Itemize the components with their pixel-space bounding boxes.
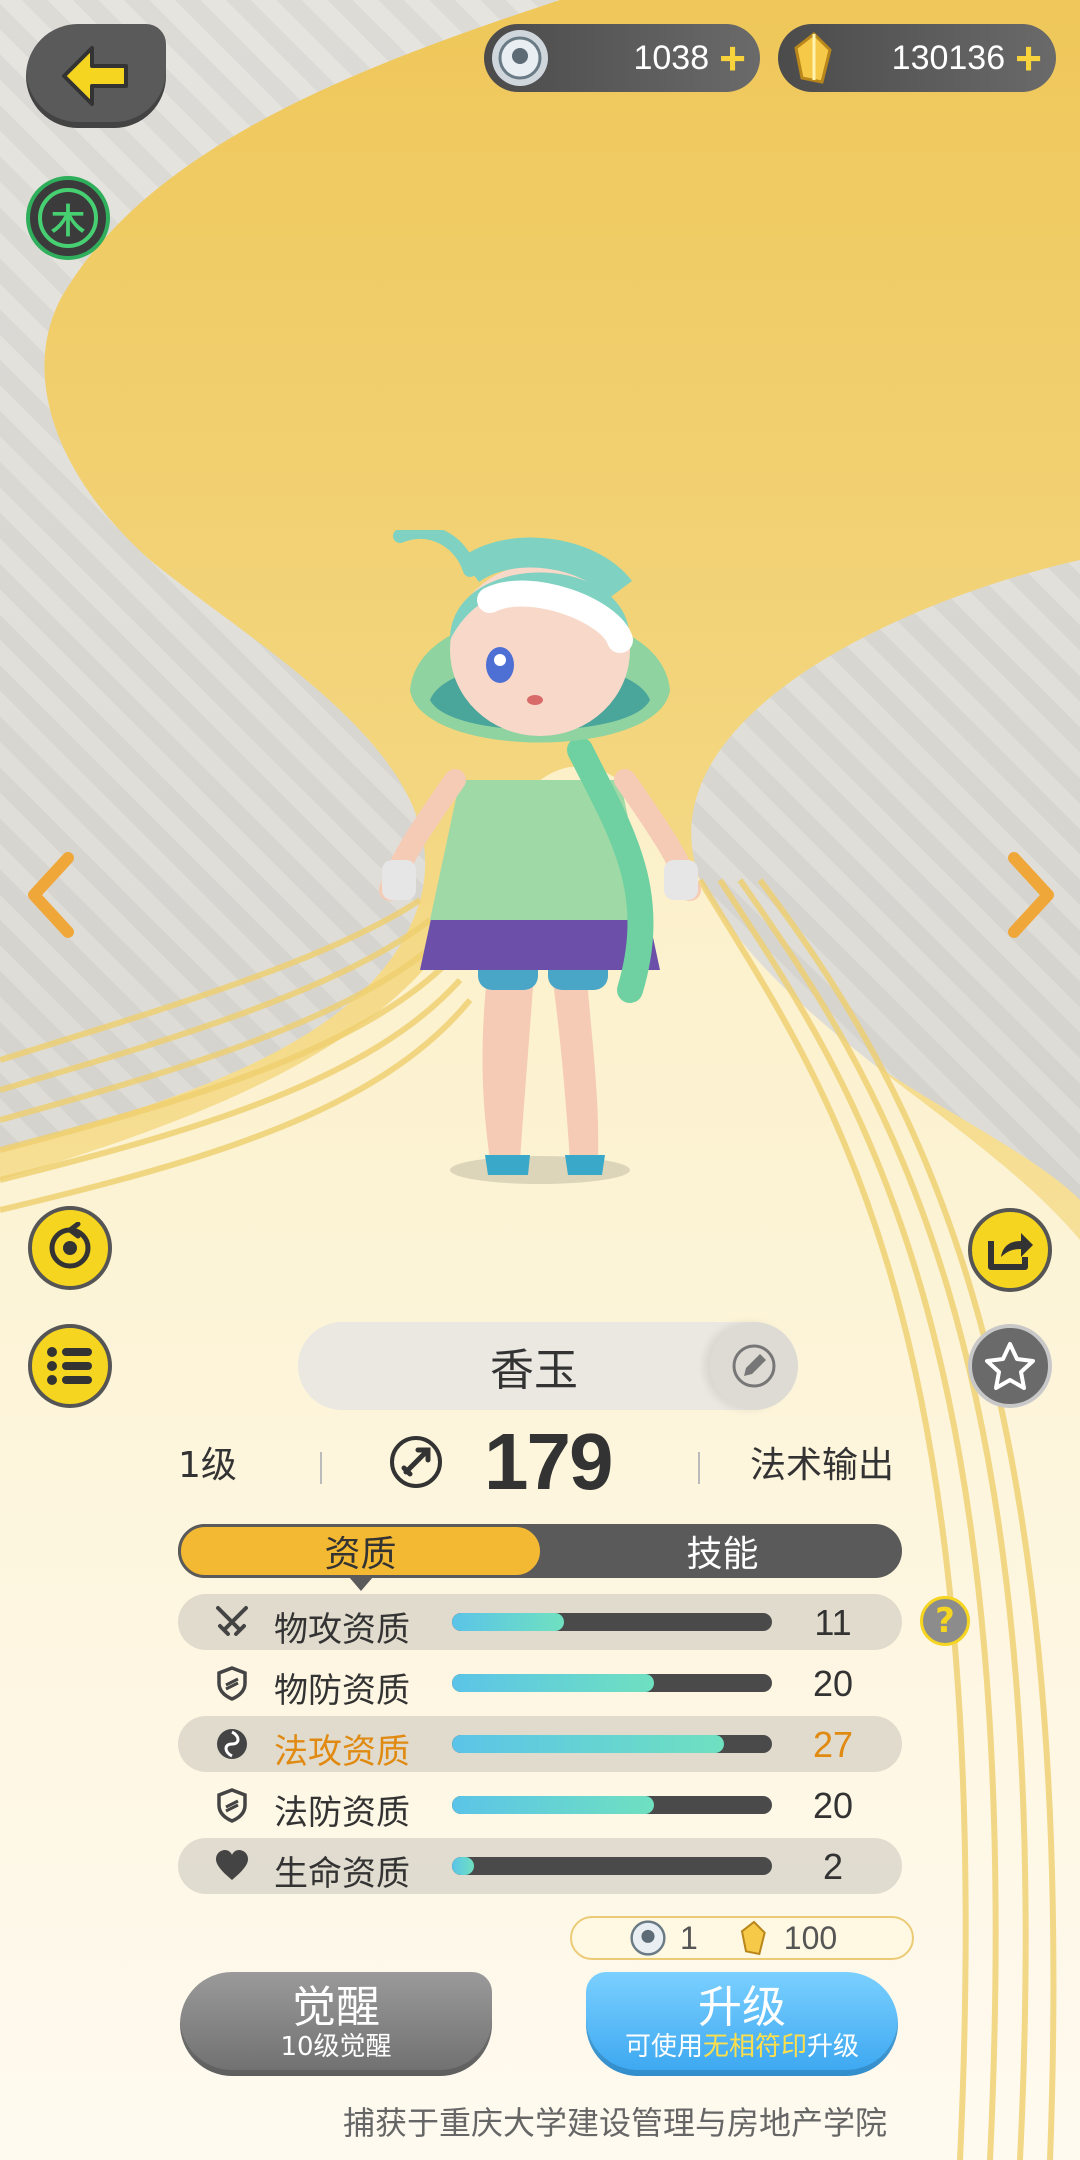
cost-crystal: 100: [738, 1920, 837, 1957]
stat-row-magic-defense: 法防资质 20: [178, 1777, 902, 1833]
stat-row-magic-attack: 法攻资质 27: [178, 1716, 902, 1772]
add-seal-coin-button[interactable]: +: [719, 35, 746, 81]
magic-orb-icon: [217, 1729, 247, 1759]
pencil-icon: [732, 1344, 776, 1388]
divider: [320, 1452, 322, 1484]
share-icon: [988, 1233, 1033, 1270]
upgrade-hint: 可使用无相符印升级: [625, 2032, 859, 2063]
rename-button[interactable]: [710, 1322, 798, 1410]
resource-crystal[interactable]: 130136 +: [778, 24, 1056, 92]
next-character-button[interactable]: [1000, 850, 1060, 940]
seal-coin-icon: [630, 1920, 666, 1956]
stat-bar: [452, 1613, 772, 1631]
stat-bar: [452, 1674, 772, 1692]
stat-bar: [452, 1857, 772, 1875]
cost-seal-coin: 1: [630, 1920, 698, 1957]
heart-icon: [216, 1850, 248, 1880]
add-crystal-button[interactable]: +: [1015, 35, 1042, 81]
seal-coin-icon: [492, 30, 548, 86]
stat-row-physical-attack: 物攻资质 11: [178, 1594, 902, 1650]
awaken-button[interactable]: 觉醒 10级觉醒: [180, 1972, 492, 2076]
stat-value: 11: [814, 1602, 852, 1643]
name-plate: 香玉: [298, 1322, 798, 1410]
tab-skills[interactable]: 技能: [543, 1524, 902, 1578]
stat-value: 20: [812, 1663, 854, 1704]
crystal-icon: [740, 1920, 766, 1956]
cost-seal-coin-value: 1: [680, 1919, 698, 1956]
stat-bar-fill: [452, 1613, 564, 1631]
tab-bar: 资质 技能: [178, 1524, 902, 1591]
capture-location-note: 捕获于重庆大学建设管理与房地产学院: [342, 2104, 887, 2142]
character-name: 香玉: [490, 1345, 578, 1396]
upgrade-hint-prefix: 可使用: [624, 2031, 703, 2062]
stat-row-physical-defense: 物防资质 20: [178, 1655, 902, 1711]
cost-crystal-value: 100: [783, 1919, 838, 1956]
swap-button[interactable]: [28, 1206, 112, 1290]
list-icon: [47, 1347, 92, 1385]
upgrade-label: 升级: [698, 1982, 786, 2034]
share-button[interactable]: [968, 1208, 1052, 1292]
upgrade-hint-item: 无相符印: [702, 2031, 807, 2062]
combat-power-value: 179: [484, 1417, 613, 1506]
character-model[interactable]: [360, 530, 720, 1190]
star-icon: [985, 1342, 1035, 1390]
stat-bar: [452, 1735, 772, 1753]
combat-power-icon: [390, 1436, 442, 1488]
shield-icon: [217, 1666, 247, 1701]
awaken-requirement: 10级觉醒: [280, 2031, 392, 2062]
tab-aptitude[interactable]: 资质: [178, 1524, 543, 1591]
stat-bar-fill: [452, 1857, 475, 1875]
stat-value: 20: [812, 1785, 854, 1826]
stat-value: 2: [822, 1846, 844, 1887]
divider: [698, 1452, 700, 1484]
wood-element-icon: 木: [38, 188, 98, 248]
favorite-button[interactable]: [968, 1324, 1052, 1408]
stat-label: 物攻资质: [274, 1610, 410, 1650]
awaken-label: 觉醒: [292, 1982, 380, 2034]
upgrade-cost: 1 100: [570, 1916, 914, 1960]
stat-bar-fill: [452, 1674, 654, 1692]
question-mark-icon: ?: [935, 1601, 955, 1641]
stat-label: 法攻资质: [274, 1732, 410, 1772]
stat-label: 法防资质: [274, 1793, 410, 1833]
stat-bar-fill: [452, 1735, 724, 1753]
aptitude-stats: 物攻资质 11 物防资质 20 法攻资质 27 法防资质 20 生命资质 2: [178, 1594, 902, 1899]
character-level: 1级: [178, 1445, 237, 1486]
previous-character-button[interactable]: [22, 850, 82, 940]
back-button[interactable]: [26, 24, 166, 128]
chevron-right-icon: [1008, 852, 1054, 938]
help-button[interactable]: ?: [920, 1596, 970, 1646]
crystal-icon: [786, 30, 842, 86]
stat-bar: [452, 1796, 772, 1814]
swords-icon: [216, 1606, 248, 1636]
stat-bar-fill: [452, 1796, 654, 1814]
shield-icon: [217, 1788, 247, 1823]
resource-seal-coin[interactable]: 1038 +: [484, 24, 760, 92]
stat-label: 生命资质: [274, 1854, 410, 1894]
seal-coin-value: 1038: [633, 38, 710, 77]
swap-icon: [49, 1222, 91, 1269]
upgrade-button[interactable]: 升级 可使用无相符印升级: [586, 1972, 898, 2076]
arrow-left-icon: [62, 46, 128, 106]
upgrade-hint-suffix: 升级: [807, 2031, 860, 2062]
stat-row-health: 生命资质 2: [178, 1838, 902, 1894]
character-role: 法术输出: [750, 1445, 895, 1486]
element-badge[interactable]: 木: [26, 176, 110, 260]
crystal-value: 130136: [891, 38, 1006, 77]
character-info-line: 1级 179 法术输出: [170, 1416, 910, 1516]
list-button[interactable]: [28, 1324, 112, 1408]
stat-label: 物防资质: [274, 1671, 410, 1711]
chevron-left-icon: [28, 852, 74, 938]
stat-value: 27: [812, 1724, 854, 1765]
